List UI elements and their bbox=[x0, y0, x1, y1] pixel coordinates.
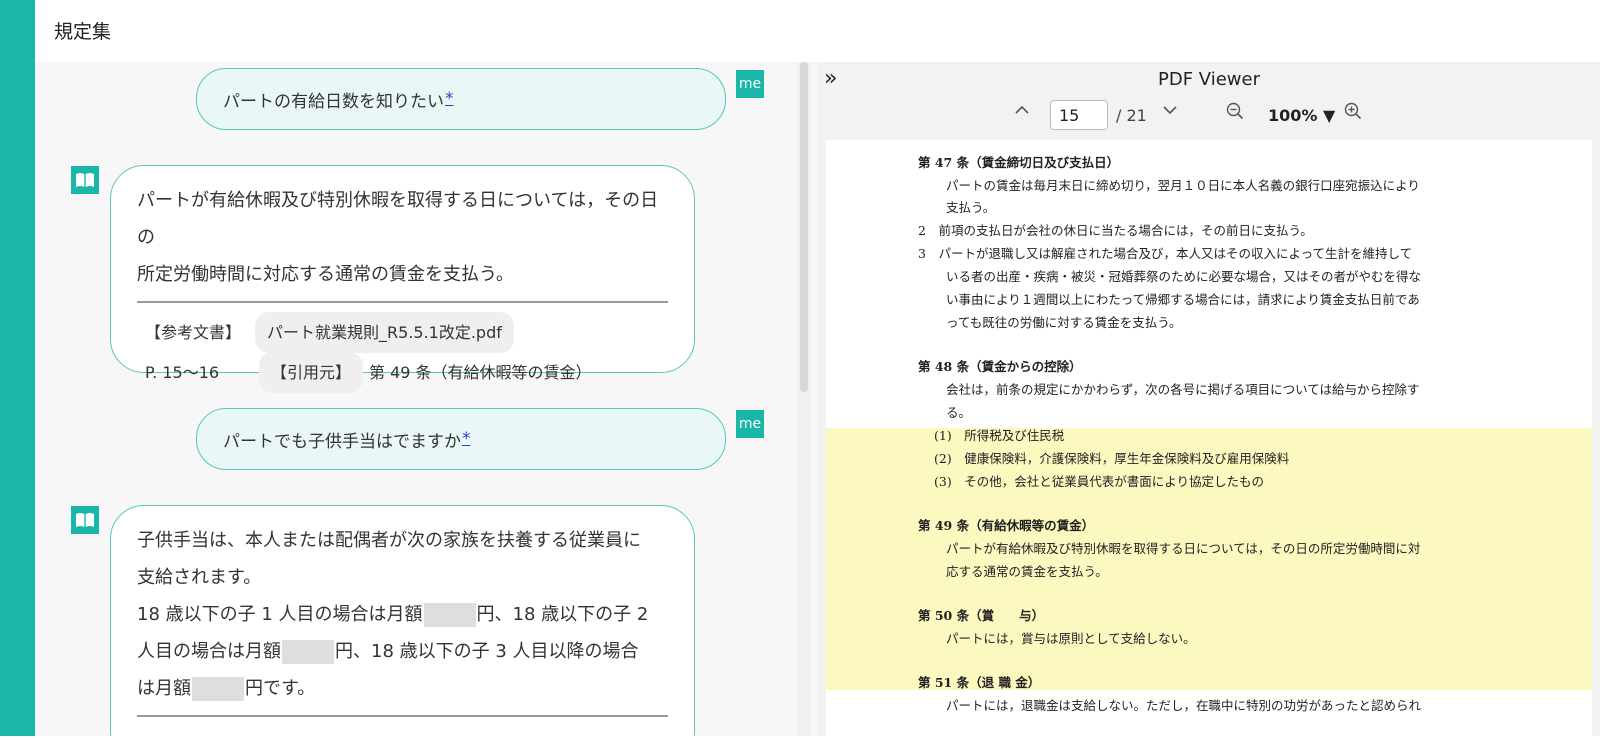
app-title: 規定集 bbox=[54, 21, 112, 43]
answer-line: 子供手当は、本人または配偶者が次の家族を扶養する従業員に bbox=[137, 530, 641, 551]
assistant-message: 子供手当は、本人または配偶者が次の家族を扶養する従業員に 支給されます。 18 … bbox=[110, 505, 695, 736]
pdf-viewer: » PDF Viewer / 21 100% ▼ 第 47 条（賃金締切日及び支… bbox=[818, 62, 1600, 740]
article-heading: 第 51 条（退 職 金） bbox=[918, 675, 1041, 690]
page-total: / 21 bbox=[1116, 106, 1147, 125]
previous-page-icon[interactable] bbox=[1014, 102, 1030, 123]
answer-text: 円、18 歳以下の子 3 人目以降の場合 bbox=[335, 641, 639, 662]
left-accent-bar bbox=[0, 0, 35, 736]
user-message-text: パートの有給日数を知りたい bbox=[223, 91, 444, 112]
pdf-page: 第 47 条（賃金締切日及び支払日） パートの賃金は毎月末日に締め切り，翌月１０… bbox=[826, 140, 1592, 740]
redacted-amount bbox=[282, 640, 334, 664]
citation-label: 【引用元】 bbox=[259, 352, 364, 393]
user-message-text: パートでも子供手当はでますか bbox=[223, 431, 461, 452]
reference-row: 【参考文書】 パート就業規則_R5.5.1改定.pdf bbox=[137, 312, 668, 353]
citation-text[interactable]: 第 49 条（有給休暇等の賃金） bbox=[369, 354, 592, 391]
answer-line: 18 歳以下の子 1 人目の場合は月額 円、18 歳以下の子 2 bbox=[137, 596, 668, 633]
article-text: (3) その他，会社と従業員代表が書面により協定したもの bbox=[934, 474, 1264, 489]
article-text: 3 パートが退職し又は解雇された場合及び，本人又はその収入によって生計を維持して bbox=[918, 246, 1413, 261]
article-text: パートには，退職金は支給しない。ただし，在職中に特別の功労があったと認められ bbox=[946, 698, 1422, 713]
redacted-amount bbox=[423, 603, 476, 627]
assistant-message: パートが有給休暇及び特別休暇を取得する日については，その日の 所定労働時間に対応… bbox=[110, 165, 695, 393]
me-avatar: me bbox=[736, 70, 764, 98]
text-highlight bbox=[826, 428, 1592, 690]
answer-text: 円です。 bbox=[245, 678, 316, 699]
article-heading: 第 49 条（有給休暇等の賃金） bbox=[918, 518, 1095, 533]
dropdown-triangle-icon: ▼ bbox=[1323, 106, 1336, 125]
article-text: 応する通常の賃金を支払う。 bbox=[946, 564, 1108, 579]
answer-line: は月額 円です。 bbox=[137, 670, 668, 707]
next-page-icon[interactable] bbox=[1162, 102, 1178, 123]
divider bbox=[137, 301, 668, 303]
answer-line: 支給されます。 bbox=[137, 567, 262, 588]
zoom-value: 100% bbox=[1268, 106, 1318, 125]
user-message: パートでも子供手当はでますか * bbox=[196, 408, 726, 470]
redacted-amount bbox=[192, 677, 244, 701]
article-heading: 第 48 条（賃金からの控除） bbox=[918, 359, 1082, 374]
article-text: パートの賃金は毎月末日に締め切り，翌月１０日に本人名義の銀行口座宛振込により bbox=[946, 178, 1420, 193]
answer-text: 18 歳以下の子 1 人目の場合は月額 bbox=[137, 604, 423, 625]
reference-file-link[interactable]: パート就業規則_R5.5.1改定.pdf bbox=[255, 312, 514, 353]
article-text: いる者の出産・疾病・被災・冠婚葬祭のために必要な場合，又はその者がやむを得な bbox=[946, 269, 1422, 284]
citation-row: P. 15〜16 【引用元】 第 49 条（有給休暇等の賃金） bbox=[137, 352, 668, 393]
article-text: パートが有給休暇及び特別休暇を取得する日については，その日の所定労働時間に対 bbox=[946, 541, 1421, 556]
scrollbar-thumb[interactable] bbox=[800, 62, 808, 392]
me-avatar: me bbox=[736, 410, 764, 438]
article-text: 2 前項の支払日が会社の休日に当たる場合には，その前日に支払う。 bbox=[918, 223, 1313, 238]
user-message: パートの有給日数を知りたい * bbox=[196, 68, 726, 130]
answer-text: 人目の場合は月額 bbox=[137, 641, 281, 662]
answer-line: 所定労働時間に対応する通常の賃金を支払う。 bbox=[137, 264, 514, 285]
viewer-header: » PDF Viewer bbox=[818, 62, 1600, 98]
answer-text: は月額 bbox=[137, 678, 191, 699]
answer-line: パートが有給休暇及び特別休暇を取得する日については，その日の bbox=[137, 190, 659, 248]
zoom-in-icon[interactable] bbox=[1344, 102, 1362, 125]
article-text: い事由により１週間以上にわたって帰郷する場合には，請求により賃金支払日前であ bbox=[946, 292, 1420, 307]
page-number-input[interactable] bbox=[1050, 100, 1108, 130]
zoom-out-icon[interactable] bbox=[1226, 102, 1244, 125]
page-range: P. 15〜16 bbox=[145, 363, 220, 382]
article-heading: 第 50 条（賞 与） bbox=[918, 608, 1045, 623]
divider bbox=[137, 715, 668, 717]
article-text: 支払う。 bbox=[946, 200, 996, 215]
zoom-select[interactable]: 100% ▼ bbox=[1268, 106, 1335, 125]
reference-label: 【参考文書】 bbox=[145, 323, 242, 342]
article-text: る。 bbox=[946, 405, 972, 420]
article-text: (1) 所得税及び住民税 bbox=[934, 428, 1065, 443]
article-text: (2) 健康保険料，介護保険料，厚生年金保険料及び雇用保険料 bbox=[934, 451, 1290, 466]
article-text: 会社は，前条の規定にかかわらず，次の各号に掲げる項目については給与から控除す bbox=[946, 382, 1420, 397]
answer-text: 円、18 歳以下の子 2 bbox=[476, 604, 649, 625]
chat-scrollbar[interactable] bbox=[798, 62, 810, 736]
viewer-title: PDF Viewer bbox=[1158, 69, 1260, 90]
answer-line: 人目の場合は月額 円、18 歳以下の子 3 人目以降の場合 bbox=[137, 633, 668, 670]
article-heading: 第 47 条（賃金締切日及び支払日） bbox=[918, 155, 1120, 170]
chat-panel[interactable]: パートの有給日数を知りたい * me パートが有給休暇及び特別休暇を取得する日につ… bbox=[35, 62, 818, 736]
top-bar: 規定集 bbox=[35, 0, 1600, 62]
asterisk-link[interactable]: * bbox=[462, 429, 471, 449]
article-text: パートには，賞与は原則として支給しない。 bbox=[946, 631, 1196, 646]
book-icon bbox=[71, 166, 99, 194]
book-icon bbox=[71, 506, 99, 534]
asterisk-link[interactable]: * bbox=[445, 89, 454, 109]
viewer-toolbar: / 21 100% ▼ bbox=[818, 98, 1600, 134]
article-text: っても既往の労働に対する賃金を支払う。 bbox=[946, 315, 1182, 330]
